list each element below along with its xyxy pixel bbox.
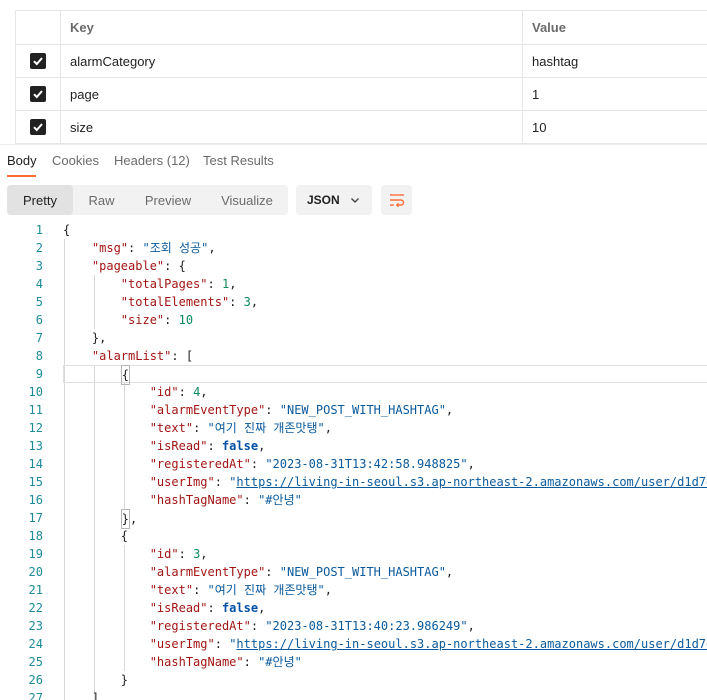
param-key[interactable]: page [61,78,523,110]
view-pretty-button[interactable]: Pretty [7,185,73,215]
code-line: 26 } [28,673,129,687]
code-line: 13 "isRead": false, [28,439,266,453]
code-line: 18 { [28,529,129,543]
param-value[interactable]: hashtag [523,45,707,77]
code-line: 16 "hashTagName": "#안녕" [28,493,302,507]
param-key[interactable]: size [61,111,523,143]
code-line: 12 "text": "여기 진짜 개존맛탱", [28,421,332,435]
active-tab-indicator [7,175,36,177]
code-line: 22 "isRead": false, [28,601,266,615]
param-checkbox[interactable] [30,119,46,135]
code-line: 3 "pageable": { [35,259,186,273]
code-line: 24 "userImg": "https://living-in-seoul.s… [0,635,707,653]
code-line: 4 "totalPages": 1, [35,277,237,291]
params-header-row: Key Value [16,11,707,45]
value-column-header: Value [532,20,566,35]
code-line: 8 "alarmList": [ [35,349,194,363]
params-table: Key Value alarmCategory hashtag page 1 s… [15,10,707,144]
response-body-viewer[interactable]: 1{ 2 "msg": "조회 성공", 3 "pageable": { 4 "… [0,221,707,700]
param-value[interactable]: 1 [523,78,707,110]
check-icon [33,90,43,99]
code-line: 11 "alarmEventType": "NEW_POST_WITH_HASH… [28,403,454,417]
code-line: 27 ] [28,691,100,700]
format-dropdown[interactable]: JSON [296,185,372,215]
param-value[interactable]: 10 [523,111,707,143]
chevron-down-icon [351,198,359,203]
code-line: 9 { [0,365,707,385]
code-line: 1{ [35,223,71,237]
code-line: 5 "totalElements": 3, [35,295,259,309]
user-img-link[interactable]: https://living-in-seoul.s3.ap-northeast-… [236,475,707,489]
view-preview-button[interactable]: Preview [130,185,206,215]
view-mode-selector: Pretty Raw Preview Visualize [7,185,288,215]
wrap-lines-icon [389,194,404,207]
code-line: 20 "alarmEventType": "NEW_POST_WITH_HASH… [28,565,454,579]
param-row: page 1 [16,78,707,111]
code-line: 19 "id": 3, [28,547,208,561]
code-line: 17 }, [0,509,707,529]
tab-headers[interactable]: Headers (12) [114,153,190,168]
check-icon [33,123,43,132]
check-icon [33,57,43,66]
param-row: size 10 [16,111,707,144]
tab-body[interactable]: Body [7,153,37,168]
param-row: alarmCategory hashtag [16,45,707,78]
param-checkbox[interactable] [30,53,46,69]
view-visualize-button[interactable]: Visualize [206,185,288,215]
query-params-panel: Key Value alarmCategory hashtag page 1 s… [0,0,707,144]
wrap-lines-button[interactable] [381,185,412,215]
tab-cookies[interactable]: Cookies [52,153,99,168]
code-line: 7 }, [35,331,107,345]
tab-test-results[interactable]: Test Results [203,153,274,168]
code-line: 21 "text": "여기 진짜 개존맛탱", [28,583,332,597]
code-line: 15 "userImg": "https://living-in-seoul.s… [0,473,707,491]
key-column-header: Key [61,11,523,44]
code-line: 6 "size": 10 [35,313,194,327]
format-dropdown-value: JSON [307,193,340,207]
param-checkbox[interactable] [30,86,46,102]
code-line: 14 "registeredAt": "2023-08-31T13:42:58.… [28,457,475,471]
code-line: 23 "registeredAt": "2023-08-31T13:40:23.… [28,619,475,633]
code-line: 2 "msg": "조회 성공", [35,241,216,255]
param-key[interactable]: alarmCategory [61,45,523,77]
code-line: 10 "id": 4, [28,385,208,399]
response-tabs: Body Cookies Headers (12) Test Results [0,144,707,177]
code-line: 25 "hashTagName": "#안녕" [28,655,302,669]
user-img-link[interactable]: https://living-in-seoul.s3.ap-northeast-… [236,637,707,651]
view-raw-button[interactable]: Raw [73,185,130,215]
